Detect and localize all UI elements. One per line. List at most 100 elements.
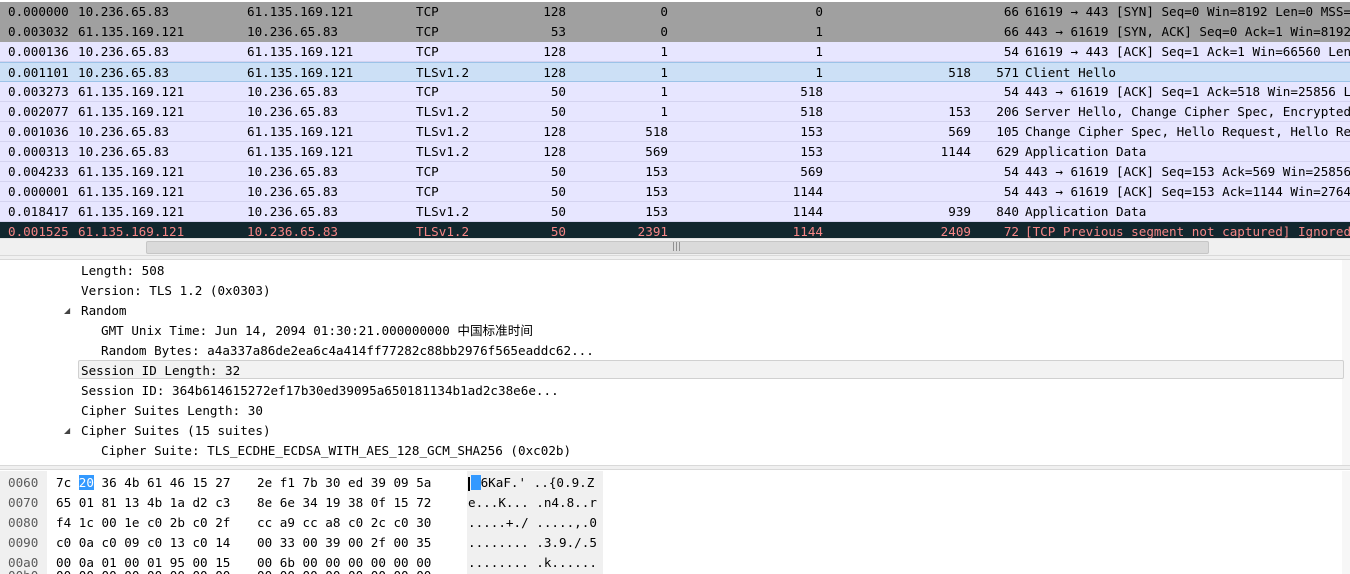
expanded-arrow-icon[interactable]: ◢	[64, 301, 74, 321]
ascii-bytes[interactable]: 6KaF.' ..{0.9.Z	[468, 473, 594, 493]
packet-info: Server Hello, Change Cipher Spec, Encryp…	[1025, 104, 1350, 119]
packet-seq: 1	[660, 84, 668, 99]
packet-protocol: TLSv1.2	[416, 224, 470, 238]
hex-bytes[interactable]: 7c 20 36 4b 61 46 15 27	[56, 473, 230, 493]
pane-splitter[interactable]	[0, 465, 1350, 470]
packet-length: 54	[1003, 44, 1019, 59]
packet-row[interactable]: 0.000000 10.236.65.83 61.135.169.121 TCP…	[0, 2, 1350, 22]
packet-destination: 10.236.65.83	[247, 204, 338, 219]
packet-source: 61.135.169.121	[78, 224, 185, 238]
expanded-arrow-icon[interactable]: ◢	[64, 421, 74, 441]
hex-bytes[interactable]: 00 00 00 00 00 00 00 00	[56, 566, 230, 574]
packet-bytes-pane: 0060 7c 20 36 4b 61 46 15 27 2e f1 7b 30…	[0, 471, 1350, 574]
ascii-bytes[interactable]: .....+./ .....,.0	[468, 513, 597, 533]
packet-row[interactable]: 0.000313 10.236.65.83 61.135.169.121 TLS…	[0, 142, 1350, 162]
packet-source: 10.236.65.83	[78, 44, 169, 59]
packet-destination: 10.236.65.83	[247, 24, 338, 39]
packet-list-horizontal-scrollbar[interactable]: |||	[0, 238, 1350, 255]
packet-time: 0.000313	[8, 144, 69, 159]
tree-item-cipher-suites[interactable]: Cipher Suites (15 suites)	[81, 421, 271, 441]
ascii-bytes[interactable]: e...K... .n4.8..r	[468, 493, 597, 513]
packet-seq: 518	[645, 124, 668, 139]
packet-row-error[interactable]: 0.001525 61.135.169.121 10.236.65.83 TLS…	[0, 222, 1350, 238]
packet-row[interactable]: 0.018417 61.135.169.121 10.236.65.83 TLS…	[0, 202, 1350, 222]
packet-destination: 61.135.169.121	[247, 144, 354, 159]
packet-length: 54	[1003, 184, 1019, 199]
packet-seq: 153	[645, 164, 668, 179]
packet-ttl: 50	[550, 164, 566, 179]
packet-row-selected[interactable]: 0.001101 10.236.65.83 61.135.169.121 TLS…	[0, 62, 1350, 82]
packet-ack: 569	[800, 164, 823, 179]
packet-seq: 0	[660, 24, 668, 39]
packet-tls-length: 153	[948, 104, 971, 119]
packet-info: [TCP Previous segment not captured] Igno…	[1025, 224, 1350, 238]
packet-protocol: TLSv1.2	[416, 144, 470, 159]
packet-tls-length: 1144	[940, 144, 971, 159]
packet-length: 206	[996, 104, 1019, 119]
scrollbar-grip-icon: |||	[672, 242, 682, 252]
packet-ttl: 50	[550, 224, 566, 238]
packet-tls-length: 2409	[940, 224, 971, 238]
packet-seq: 1	[660, 44, 668, 59]
hex-bytes[interactable]: 65 01 81 13 4b 1a d2 c3	[56, 493, 230, 513]
packet-ack: 518	[800, 84, 823, 99]
packet-destination: 10.236.65.83	[247, 104, 338, 119]
packet-time: 0.000000	[8, 4, 69, 19]
tree-item-session-id[interactable]: Session ID: 364b614615272ef17b30ed39095a…	[81, 381, 559, 401]
packet-protocol: TCP	[416, 24, 439, 39]
byte-offset: 0080	[8, 515, 39, 530]
packet-ttl: 50	[550, 84, 566, 99]
packet-source: 10.236.65.83	[78, 124, 169, 139]
hex-bytes-pre: 7c	[56, 475, 79, 490]
packet-tls-length: 939	[948, 204, 971, 219]
packet-length: 840	[996, 204, 1019, 219]
packet-source: 61.135.169.121	[78, 164, 185, 179]
packet-protocol: TLSv1.2	[416, 124, 470, 139]
packet-row[interactable]: 0.003273 61.135.169.121 10.236.65.83 TCP…	[0, 82, 1350, 102]
hex-bytes[interactable]: c0 0a c0 09 c0 13 c0 14	[56, 533, 230, 553]
ascii-bytes[interactable]: ........ .3.9./.5	[468, 533, 597, 553]
packet-row[interactable]: 0.000001 61.135.169.121 10.236.65.83 TCP…	[0, 182, 1350, 202]
packet-protocol: TLSv1.2	[416, 65, 470, 80]
tree-item-cipher-suites-length[interactable]: Cipher Suites Length: 30	[81, 401, 263, 421]
hex-byte-highlight[interactable]: 20	[78, 475, 94, 490]
tree-item-random-bytes[interactable]: Random Bytes: a4a337a86de2ea6c4a414ff772…	[101, 341, 594, 361]
packet-info: 443 → 61619 [ACK] Seq=153 Ack=1144 Win=2…	[1025, 184, 1350, 199]
hex-bytes[interactable]: 2e f1 7b 30 ed 39 09 5a	[257, 473, 431, 493]
packet-tls-length: 518	[948, 65, 971, 80]
packet-info: 61619 → 443 [ACK] Seq=1 Ack=1 Win=66560 …	[1025, 44, 1350, 59]
tree-item-cipher-suite[interactable]: Cipher Suite: TLS_ECDHE_ECDSA_WITH_AES_1…	[101, 441, 571, 461]
packet-source: 61.135.169.121	[78, 104, 185, 119]
packet-row[interactable]: 0.004233 61.135.169.121 10.236.65.83 TCP…	[0, 162, 1350, 182]
packet-length: 54	[1003, 84, 1019, 99]
byte-offset: 00b0	[8, 566, 38, 574]
packet-destination: 10.236.65.83	[247, 164, 338, 179]
hex-bytes[interactable]: cc a9 cc a8 c0 2c c0 30	[257, 513, 431, 533]
text-cursor	[468, 476, 470, 491]
packet-ttl: 128	[543, 65, 566, 80]
packet-row[interactable]: 0.000136 10.236.65.83 61.135.169.121 TCP…	[0, 42, 1350, 62]
packet-row[interactable]: 0.003032 61.135.169.121 10.236.65.83 TCP…	[0, 22, 1350, 42]
packet-destination: 10.236.65.83	[247, 184, 338, 199]
hex-bytes[interactable]: 8e 6e 34 19 38 0f 15 72	[257, 493, 431, 513]
packet-row[interactable]: 0.001036 10.236.65.83 61.135.169.121 TLS…	[0, 122, 1350, 142]
tree-item-random[interactable]: Random	[81, 301, 127, 321]
hex-bytes[interactable]: 00 33 00 39 00 2f 00 35	[257, 533, 431, 553]
packet-ack: 153	[800, 124, 823, 139]
packet-length: 66	[1003, 4, 1019, 19]
packet-row[interactable]: 0.002077 61.135.169.121 10.236.65.83 TLS…	[0, 102, 1350, 122]
packet-ttl: 50	[550, 204, 566, 219]
hex-bytes[interactable]: f4 1c 00 1e c0 2b c0 2f	[56, 513, 230, 533]
ascii-bytes[interactable]: ........ .k......	[468, 553, 597, 573]
packet-protocol: TLSv1.2	[416, 104, 470, 119]
tree-item-length[interactable]: Length: 508	[81, 261, 164, 281]
hex-bytes[interactable]: 00 00 00 00 00 00 00 00	[257, 566, 431, 574]
bytes-vertical-scrollbar[interactable]	[1342, 471, 1350, 574]
tree-item-version[interactable]: Version: TLS 1.2 (0x0303)	[81, 281, 271, 301]
tree-item-session-id-length[interactable]: Session ID Length: 32	[81, 361, 240, 381]
packet-destination: 10.236.65.83	[247, 84, 338, 99]
packet-info: 443 → 61619 [ACK] Seq=1 Ack=518 Win=2585…	[1025, 84, 1350, 99]
tree-item-gmt-unix-time[interactable]: GMT Unix Time: Jun 14, 2094 01:30:21.000…	[101, 321, 533, 341]
packet-ttl: 128	[543, 4, 566, 19]
packet-protocol: TCP	[416, 4, 439, 19]
